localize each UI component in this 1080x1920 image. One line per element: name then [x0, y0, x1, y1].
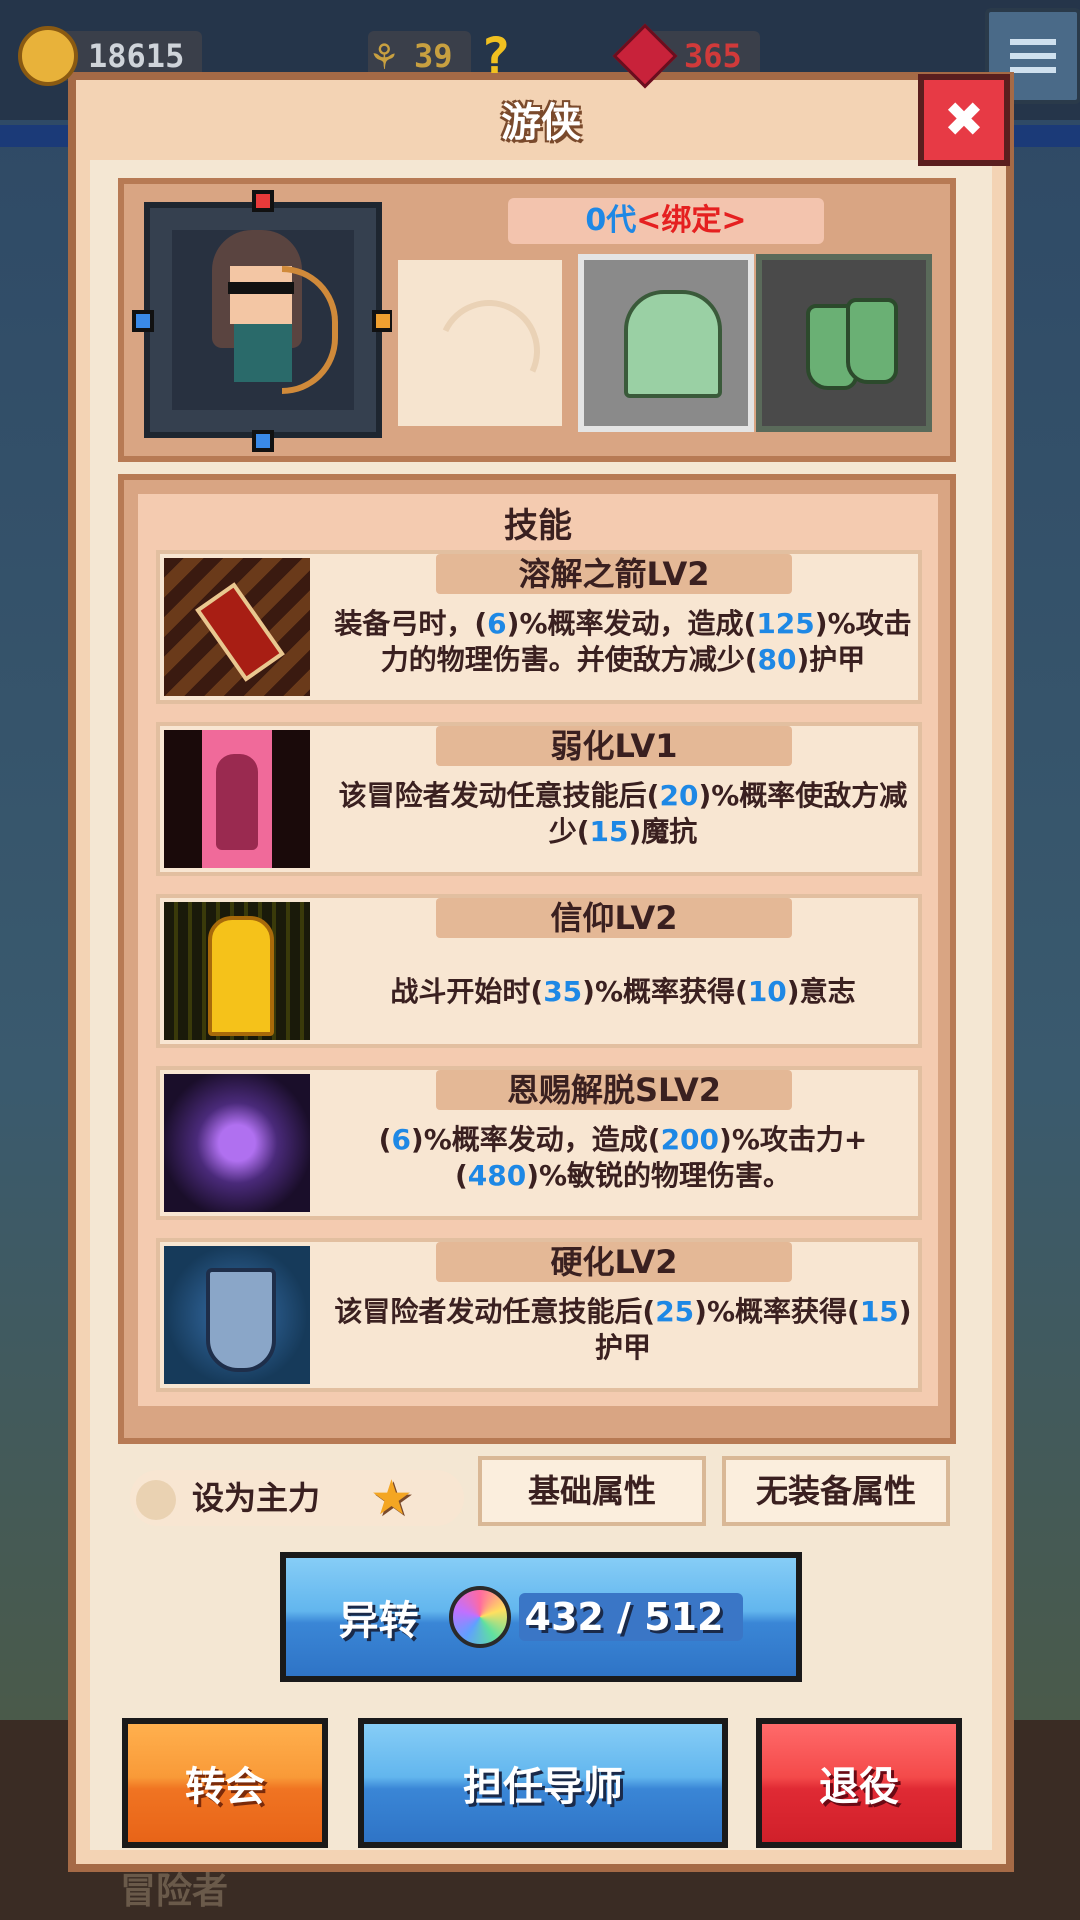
skill-value: 25	[655, 1295, 695, 1328]
transform-cost-counter: 432 / 512	[518, 1593, 744, 1641]
menu-icon-line	[1010, 39, 1056, 45]
boots-slot[interactable]	[756, 254, 932, 432]
close-button[interactable]: ✖	[918, 74, 1010, 166]
skill-value: 125	[756, 607, 815, 640]
skill-card[interactable]: 信仰LV2 战斗开始时(35)%概率获得(10)意志	[156, 894, 922, 1048]
dissolve-arrow-icon	[164, 558, 310, 696]
skill-card[interactable]: 溶解之箭LV2 装备弓时，(6)%概率发动，造成(125)%攻击力的物理伤害。并…	[156, 550, 922, 704]
skill-description: (6)%概率发动，造成(200)%攻击力+(480)%敏锐的物理伤害。	[328, 1122, 918, 1194]
skill-description: 该冒险者发动任意技能后(25)%概率获得(15)护甲	[328, 1294, 918, 1366]
skill-card[interactable]: 弱化LV1 该冒险者发动任意技能后(20)%概率使敌方减少(15)魔抗	[156, 722, 922, 876]
no-equipment-attributes-button[interactable]: 无装备属性	[722, 1456, 950, 1526]
grace-release-icon	[164, 1074, 310, 1212]
skill-text: 战斗开始时(	[390, 975, 544, 1008]
star-icon: ★	[370, 1470, 414, 1526]
skill-value: 15	[589, 815, 629, 848]
cloak-icon	[624, 290, 722, 398]
skill-value: 20	[659, 779, 699, 812]
set-main-radio[interactable]	[136, 1480, 176, 1520]
wheat-icon: ⚘	[371, 33, 397, 79]
portrait-handle-top	[252, 190, 274, 212]
skills-title: 技能	[504, 506, 572, 546]
skill-text: )意志	[786, 975, 856, 1008]
skill-name: 硬化LV2	[436, 1242, 792, 1282]
retire-button[interactable]: 退役	[756, 1718, 962, 1848]
skill-description: 装备弓时，(6)%概率发动，造成(125)%攻击力的物理伤害。并使敌方减少(80…	[328, 606, 918, 678]
panel-title: 游侠	[501, 100, 581, 146]
skill-name: 信仰LV2	[436, 898, 792, 938]
skill-text: )%概率获得(	[694, 1295, 860, 1328]
rainbow-crystal-icon	[448, 1586, 511, 1648]
skill-value: 10	[747, 975, 787, 1008]
weapon-slot-empty[interactable]	[392, 254, 568, 432]
generation-label: 0代<绑定>	[508, 198, 824, 244]
skill-text: )%概率发动，造成(	[506, 607, 757, 640]
skill-name: 溶解之箭LV2	[436, 554, 792, 594]
skill-card[interactable]: 恩赐解脱SLV2 (6)%概率发动，造成(200)%攻击力+(480)%敏锐的物…	[156, 1066, 922, 1220]
skill-text: )护甲	[796, 643, 866, 676]
skill-value: 6	[391, 1123, 411, 1156]
skill-value: 200	[660, 1123, 720, 1156]
skill-text: )%敏锐的物理伤害。	[526, 1159, 792, 1192]
close-icon: ✖	[943, 92, 985, 148]
faith-icon	[164, 902, 310, 1040]
menu-icon-line	[1010, 67, 1056, 73]
hero-portrait[interactable]	[144, 202, 382, 438]
transform-label: 异转	[338, 1598, 419, 1644]
set-main-label: 设为主力	[192, 1479, 321, 1517]
harden-shield-icon	[164, 1246, 310, 1384]
bow-placeholder-icon	[423, 285, 555, 417]
skill-name: 恩赐解脱SLV2	[436, 1070, 792, 1110]
question-icon[interactable]: ?	[481, 27, 511, 85]
coin-icon	[18, 26, 78, 86]
transform-button[interactable]: 异转 432 / 512	[280, 1552, 802, 1682]
skill-card[interactable]: 硬化LV2 该冒险者发动任意技能后(25)%概率获得(15)护甲	[156, 1238, 922, 1392]
mentor-button[interactable]: 担任导师	[358, 1718, 728, 1848]
set-main-toggle[interactable]: 设为主力 ★	[130, 1470, 464, 1526]
generation-text: 0代	[585, 203, 637, 238]
portrait-handle-right	[372, 310, 394, 332]
armor-slot[interactable]	[578, 254, 754, 432]
skill-text: )%概率获得(	[582, 975, 748, 1008]
skill-value: 480	[467, 1159, 527, 1192]
skill-text: 该冒险者发动任意技能后(	[334, 1295, 656, 1328]
transfer-button[interactable]: 转会	[122, 1718, 328, 1848]
skill-description: 战斗开始时(35)%概率获得(10)意志	[328, 974, 918, 1010]
skill-name: 弱化LV1	[436, 726, 792, 766]
portrait-handle-bottom	[252, 430, 274, 452]
base-attributes-button[interactable]: 基础属性	[478, 1456, 706, 1526]
portrait-handle-left	[132, 310, 154, 332]
skill-value: 6	[487, 607, 507, 640]
skill-text: )魔抗	[628, 815, 698, 848]
skill-text: )%概率发动，造成(	[410, 1123, 661, 1156]
binding-status: <绑定>	[636, 203, 747, 238]
skill-text: (	[378, 1123, 392, 1156]
ranger-sprite	[208, 230, 338, 400]
menu-icon-line	[1010, 53, 1056, 59]
weaken-icon	[164, 730, 310, 868]
skill-value: 15	[859, 1295, 899, 1328]
skill-value: 80	[757, 643, 797, 676]
skill-description: 该冒险者发动任意技能后(20)%概率使敌方减少(15)魔抗	[328, 778, 918, 850]
skill-text: 该冒险者发动任意技能后(	[338, 779, 660, 812]
skill-value: 35	[543, 975, 583, 1008]
skill-text: 装备弓时，(	[334, 607, 488, 640]
boots-icon	[798, 298, 898, 390]
